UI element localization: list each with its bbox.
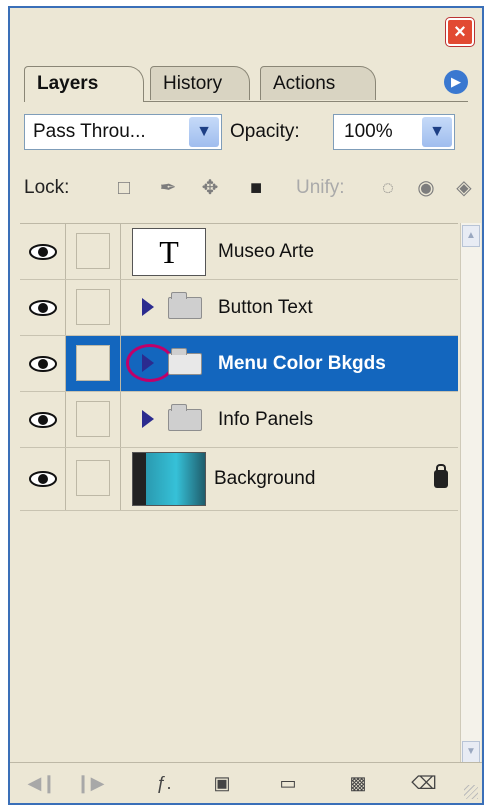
palette-titlebar: × <box>10 8 482 60</box>
layer-row-info-panels[interactable]: Info Panels <box>20 392 458 448</box>
lock-label: Lock: <box>24 177 70 198</box>
scroll-down-icon[interactable]: ▼ <box>462 741 480 763</box>
eye-icon[interactable] <box>20 336 66 391</box>
resize-grip-icon[interactable] <box>464 785 478 799</box>
opacity-label: Opacity: <box>230 121 300 142</box>
layers-palette: × Actions History Layers ▶ Pass Throu...… <box>8 6 484 805</box>
palette-menu-icon[interactable]: ▶ <box>444 70 468 94</box>
unify-visibility-icon[interactable]: ◉ <box>412 174 440 202</box>
expand-triangle-icon[interactable] <box>142 410 154 428</box>
layer-row-menu-color-bkgds[interactable]: Menu Color Bkgds <box>20 336 458 392</box>
eye-icon[interactable] <box>20 392 66 447</box>
folder-icon <box>168 292 202 319</box>
blend-mode-select[interactable]: Pass Throu... ▼ <box>24 114 222 150</box>
opacity-value: 100% <box>344 121 393 142</box>
new-layer-icon[interactable]: ▩ <box>340 769 376 797</box>
chevron-down-icon[interactable]: ▼ <box>189 117 219 147</box>
link-box[interactable] <box>76 233 110 269</box>
tab-layers[interactable]: Layers <box>24 66 144 102</box>
next-frame-icon[interactable]: ❙▶ <box>72 769 108 797</box>
tab-actions[interactable]: Actions <box>260 66 376 100</box>
lock-icon <box>434 464 448 488</box>
link-box[interactable] <box>76 460 110 496</box>
link-box[interactable] <box>76 401 110 437</box>
expand-triangle-icon[interactable] <box>142 298 154 316</box>
layer-row-background[interactable]: Background <box>20 448 458 511</box>
eye-icon[interactable] <box>20 448 66 510</box>
lock-all-icon[interactable]: ■ <box>242 174 270 202</box>
folder-icon <box>168 348 202 375</box>
layers-list: T Museo Arte Button Text Menu Color Bkgd… <box>20 223 458 766</box>
folder-icon <box>168 404 202 431</box>
tab-history[interactable]: History <box>150 66 250 100</box>
layer-name[interactable]: Menu Color Bkgds <box>218 336 386 391</box>
eye-icon[interactable] <box>20 224 66 279</box>
highlight-circle-annotation <box>126 344 174 382</box>
layer-name[interactable]: Info Panels <box>218 392 313 447</box>
blend-mode-value: Pass Throu... <box>33 121 146 142</box>
scrollbar[interactable]: ▲ ▼ <box>460 223 481 765</box>
unify-position-icon[interactable]: ◌ <box>374 174 402 202</box>
opacity-field[interactable]: 100% ▼ <box>333 114 455 150</box>
unify-style-icon[interactable]: ◈ <box>450 174 478 202</box>
scroll-up-icon[interactable]: ▲ <box>462 225 480 247</box>
layer-style-icon[interactable]: ƒ. <box>146 769 182 797</box>
layer-name[interactable]: Button Text <box>218 280 313 335</box>
text-layer-thumbnail: T <box>132 228 206 276</box>
image-layer-thumbnail <box>132 452 206 506</box>
close-button[interactable]: × <box>446 18 474 46</box>
link-box[interactable] <box>76 345 110 381</box>
layer-row-button-text[interactable]: Button Text <box>20 280 458 336</box>
layer-name[interactable]: Museo Arte <box>218 224 314 279</box>
lock-transparent-icon[interactable]: □ <box>110 174 138 202</box>
prev-frame-icon[interactable]: ◀❙ <box>24 769 60 797</box>
layer-name[interactable]: Background <box>214 448 315 510</box>
eye-icon[interactable] <box>20 280 66 335</box>
unify-label: Unify: <box>296 177 345 198</box>
opacity-dropdown-icon[interactable]: ▼ <box>422 117 452 147</box>
delete-layer-icon[interactable]: ⌫ <box>406 769 442 797</box>
bottom-toolbar: ◀❙ ❙▶ ƒ. ▣ ▭ ▩ ⌫ <box>10 762 482 803</box>
layer-row-museo-arte[interactable]: T Museo Arte <box>20 224 458 280</box>
lock-position-icon[interactable]: ✥ <box>196 174 224 202</box>
link-box[interactable] <box>76 289 110 325</box>
lock-image-icon[interactable]: ✒ <box>154 174 182 202</box>
layer-mask-icon[interactable]: ▣ <box>204 769 240 797</box>
new-group-icon[interactable]: ▭ <box>270 769 306 797</box>
